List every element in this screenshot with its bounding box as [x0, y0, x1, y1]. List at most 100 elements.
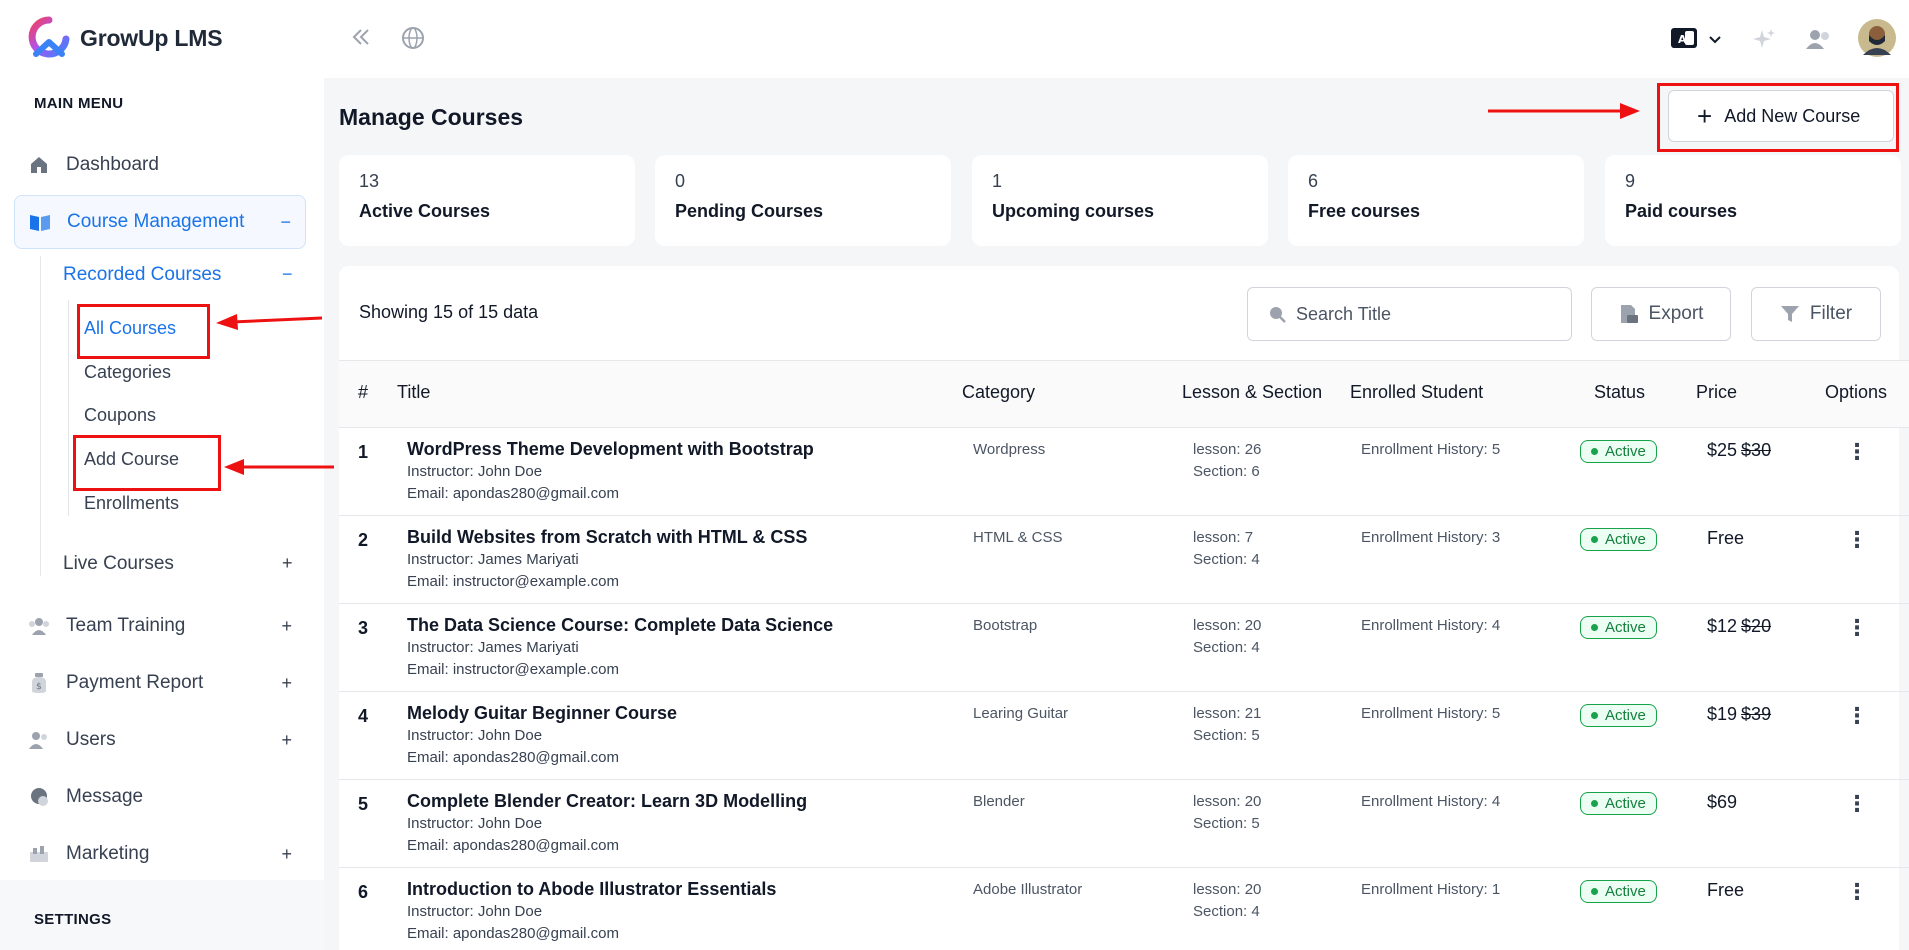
table-header: [339, 360, 1909, 428]
lesson-count: lesson: 26: [1193, 441, 1262, 458]
user-switch-icon[interactable]: [1806, 28, 1832, 55]
course-title[interactable]: WordPress Theme Development with Bootstr…: [407, 439, 814, 460]
stat-card-pending-courses: 0 Pending Courses: [655, 155, 951, 246]
row-options-icon[interactable]: ⋮: [1846, 879, 1868, 905]
sidebar-item-live-courses[interactable]: Live Courses: [63, 553, 174, 575]
collapse-icon[interactable]: [350, 26, 372, 53]
column-header-status[interactable]: Status: [1594, 382, 1645, 403]
money-bag-icon: $: [28, 672, 50, 694]
table-row[interactable]: 1 WordPress Theme Development with Bootst…: [339, 428, 1909, 516]
row-options-icon[interactable]: ⋮: [1846, 615, 1868, 641]
expand-toggle[interactable]: +: [281, 616, 292, 637]
enrollment-history-link[interactable]: Enrollment History: 4: [1361, 615, 1500, 637]
sidebar-item-marketing[interactable]: Marketing +: [14, 827, 306, 881]
row-number: 5: [358, 794, 369, 814]
export-icon: [1620, 305, 1638, 323]
home-icon: [28, 154, 50, 176]
sidebar-item-label: Team Training: [66, 615, 186, 636]
course-price: $19 $39: [1707, 704, 1771, 725]
course-title[interactable]: The Data Science Course: Complete Data S…: [407, 615, 833, 636]
stat-value: 9: [1625, 171, 1636, 191]
sidebar-item-course-management[interactable]: Course Management −: [14, 195, 306, 249]
column-header-price[interactable]: Price: [1696, 382, 1737, 403]
filter-button[interactable]: Filter: [1751, 287, 1881, 341]
row-options-icon[interactable]: ⋮: [1846, 527, 1868, 553]
course-category: Wordpress: [973, 441, 1046, 458]
section-count: Section: 4: [1193, 639, 1260, 656]
sidebar-item-categories[interactable]: Categories: [84, 362, 171, 383]
stat-value: 0: [675, 171, 686, 191]
search-icon: [1270, 307, 1286, 323]
sidebar-item-dashboard[interactable]: Dashboard: [14, 138, 306, 192]
sidebar-item-team-training[interactable]: Team Training +: [14, 599, 306, 653]
table-row[interactable]: 2 Build Websites from Scratch with HTML &…: [339, 516, 1909, 604]
table-row[interactable]: 5 Complete Blender Creator: Learn 3D Mode…: [339, 780, 1909, 868]
stat-value: 13: [359, 171, 380, 191]
current-price: Free: [1707, 528, 1745, 548]
column-header-lesson-section[interactable]: Lesson & Section: [1182, 382, 1322, 403]
row-options-icon[interactable]: ⋮: [1846, 703, 1868, 729]
original-price: $39: [1741, 704, 1772, 724]
enrollment-history-link[interactable]: Enrollment History: 3: [1361, 527, 1500, 549]
section-count: Section: 4: [1193, 551, 1260, 568]
enrollment-history-link[interactable]: Enrollment History: 5: [1361, 439, 1500, 461]
course-title[interactable]: Build Websites from Scratch with HTML & …: [407, 527, 807, 548]
annotation-arrow-add-course: [224, 459, 334, 475]
globe-icon[interactable]: [401, 26, 425, 55]
row-options-icon[interactable]: ⋮: [1846, 791, 1868, 817]
live-courses-toggle[interactable]: +: [282, 553, 293, 574]
sidebar-item-coupons[interactable]: Coupons: [84, 405, 156, 426]
chevron-down-icon[interactable]: [1708, 32, 1722, 50]
status-label: Active: [1605, 531, 1646, 548]
current-price: $69: [1707, 792, 1738, 812]
collapse-toggle[interactable]: −: [280, 212, 291, 233]
sidebar-item-payment-report[interactable]: $ Payment Report +: [14, 656, 306, 710]
search-field[interactable]: [1247, 287, 1572, 341]
book-icon: [29, 211, 51, 233]
tree-line: [40, 256, 41, 576]
course-title[interactable]: Introduction to Abode Illustrator Essent…: [407, 879, 776, 900]
avatar[interactable]: [1858, 19, 1896, 62]
tree-line: [68, 300, 69, 516]
sidebar-item-message[interactable]: Message: [14, 770, 306, 824]
settings-heading: SETTINGS: [34, 911, 112, 928]
course-title[interactable]: Melody Guitar Beginner Course: [407, 703, 677, 724]
app-logo[interactable]: GrowUp LMS: [26, 16, 223, 60]
filter-label: Filter: [1809, 303, 1853, 324]
sidebar-settings-section: SETTINGS: [0, 880, 324, 950]
sidebar-item-label: Users: [66, 729, 116, 750]
enrollment-history-link[interactable]: Enrollment History: 1: [1361, 879, 1500, 901]
sparkle-icon[interactable]: [1752, 28, 1776, 57]
original-price: $20: [1741, 616, 1772, 636]
translate-icon[interactable]: A: [1671, 28, 1697, 53]
course-title[interactable]: Complete Blender Creator: Learn 3D Model…: [407, 791, 807, 812]
sidebar-item-label: Course Management: [67, 211, 245, 232]
course-email: Email: apondas280@gmail.com: [407, 749, 619, 766]
table-row[interactable]: 6 Introduction to Abode Illustrator Essen…: [339, 868, 1909, 950]
expand-toggle[interactable]: +: [281, 844, 292, 865]
course-price: Free: [1707, 880, 1744, 901]
export-button[interactable]: Export: [1591, 287, 1731, 341]
sidebar-item-users[interactable]: Users +: [14, 713, 306, 767]
status-badge: Active: [1580, 792, 1657, 815]
column-header-title[interactable]: Title: [397, 382, 430, 403]
column-header-number: #: [358, 382, 369, 402]
expand-toggle[interactable]: +: [281, 673, 292, 694]
annotation-arrow-add-new-course: [1488, 103, 1640, 119]
enrollment-history-link[interactable]: Enrollment History: 4: [1361, 791, 1500, 813]
status-dot: [1591, 448, 1598, 455]
column-header-category[interactable]: Category: [962, 382, 1035, 403]
column-header-enrolled-student[interactable]: Enrolled Student: [1350, 382, 1483, 403]
enrollment-history-link[interactable]: Enrollment History: 5: [1361, 703, 1500, 725]
recorded-courses-toggle[interactable]: −: [282, 264, 293, 285]
sidebar-item-recorded-courses[interactable]: Recorded Courses: [63, 264, 221, 286]
megaphone-icon: [28, 843, 50, 865]
status-label: Active: [1605, 795, 1646, 812]
row-options-icon[interactable]: ⋮: [1846, 439, 1868, 465]
table-row[interactable]: 3 The Data Science Course: Complete Data …: [339, 604, 1909, 692]
expand-toggle[interactable]: +: [281, 730, 292, 751]
search-input[interactable]: [1296, 303, 1536, 325]
sidebar-item-enrollments[interactable]: Enrollments: [84, 493, 179, 514]
course-category: Adobe Illustrator: [973, 881, 1083, 898]
table-row[interactable]: 4 Melody Guitar Beginner Course Instructor…: [339, 692, 1909, 780]
